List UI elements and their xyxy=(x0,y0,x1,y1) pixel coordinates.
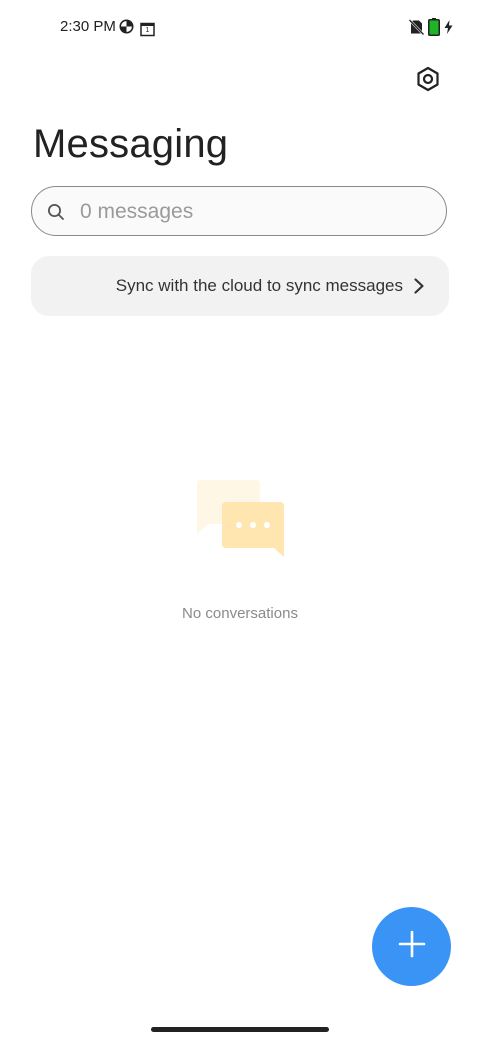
chevron-right-icon xyxy=(409,277,429,297)
new-conversation-button[interactable] xyxy=(372,907,451,986)
status-right-icons xyxy=(408,18,453,41)
page-title: Messaging xyxy=(33,122,229,166)
status-left-icons: 1 xyxy=(119,19,155,39)
search-icon xyxy=(47,203,65,221)
search-input[interactable] xyxy=(78,187,432,237)
charging-icon xyxy=(444,20,453,39)
no-sim-icon xyxy=(408,19,425,40)
calendar-day: 1 xyxy=(145,26,150,34)
banner-fade xyxy=(53,256,67,316)
empty-state-text: No conversations xyxy=(182,605,298,622)
settings-button[interactable] xyxy=(411,64,445,98)
cloud-sync-banner[interactable]: Sync with the cloud to sync messages xyxy=(31,256,449,316)
status-bar: 2:30 PM 1 xyxy=(0,0,480,56)
messaging-screen: 2:30 PM 1 Messaging 0 messages Sync with… xyxy=(0,0,480,1040)
plus-icon xyxy=(398,930,426,963)
home-indicator[interactable] xyxy=(151,1027,329,1032)
calendar-icon: 1 xyxy=(140,22,155,37)
search-bar[interactable] xyxy=(31,186,447,237)
empty-conversations-icon xyxy=(194,478,286,560)
status-time: 2:30 PM xyxy=(60,18,116,35)
data-saver-icon xyxy=(119,19,134,39)
battery-icon xyxy=(428,18,440,41)
banner-text: Sync with the cloud to sync messages xyxy=(115,276,403,295)
banner-text-wrap: Sync with the cloud to sync messages xyxy=(53,256,403,316)
settings-icon xyxy=(415,66,441,97)
